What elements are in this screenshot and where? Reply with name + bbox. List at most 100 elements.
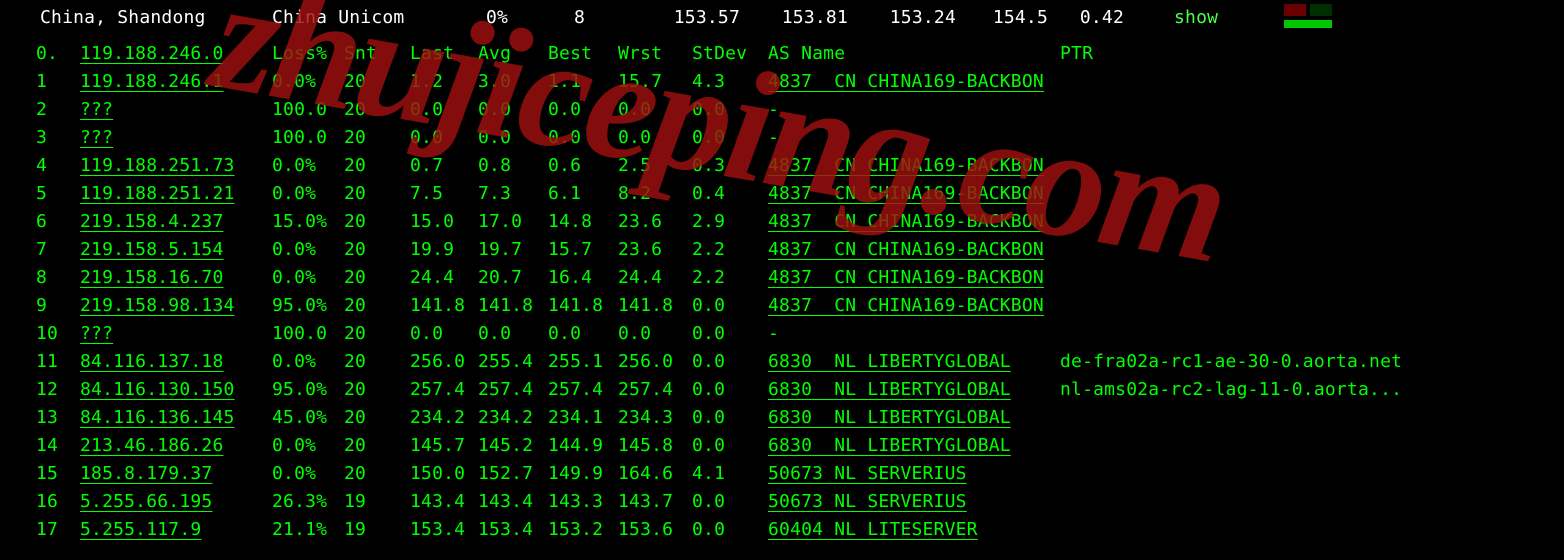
table-row: 5119.188.251.210.0%207.57.36.18.20.44837…: [0, 180, 1564, 208]
hop-last: 1.2: [410, 68, 468, 96]
hop-snt: 20: [344, 152, 384, 180]
hop-stdev: 0.0: [692, 96, 750, 124]
hop-index: 5: [36, 180, 47, 208]
hop-ptr: de-fra02a-rc1-ae-30-0.aorta.net: [1060, 348, 1402, 376]
hdr-as: AS Name: [768, 40, 845, 68]
hop-ip[interactable]: 84.116.137.18: [80, 348, 223, 376]
hop-ip[interactable]: 219.158.98.134: [80, 292, 235, 320]
hop-ip[interactable]: 84.116.136.145: [80, 404, 235, 432]
hop-loss: 100.0: [272, 96, 332, 124]
summary-avg: 153.81: [768, 4, 848, 32]
hop-last: 145.7: [410, 432, 468, 460]
hop-ip[interactable]: 213.46.186.26: [80, 432, 223, 460]
hop-avg: 0.0: [478, 320, 536, 348]
hop-best: 144.9: [548, 432, 606, 460]
hop-avg: 257.4: [478, 376, 536, 404]
hop-best: 141.8: [548, 292, 606, 320]
hop-as[interactable]: 60404 NL LITESERVER: [768, 516, 978, 544]
hop-ip[interactable]: 119.188.246.1: [80, 68, 223, 96]
show-link[interactable]: show: [1174, 4, 1218, 32]
hop-last: 141.8: [410, 292, 468, 320]
hop-loss: 100.0: [272, 320, 332, 348]
hop-as[interactable]: 4837 CN CHINA169-BACKBON: [768, 236, 1044, 264]
isp-text: China Unicom: [272, 4, 404, 32]
hop-ip[interactable]: ???: [80, 320, 113, 348]
hop-as[interactable]: 4837 CN CHINA169-BACKBON: [768, 264, 1044, 292]
hop-ip[interactable]: 119.188.251.73: [80, 152, 235, 180]
hop-loss: 95.0%: [272, 376, 332, 404]
hop-as[interactable]: 4837 CN CHINA169-BACKBON: [768, 208, 1044, 236]
hop-snt: 20: [344, 124, 384, 152]
hop-as[interactable]: 6830 NL LIBERTYGLOBAL: [768, 376, 1011, 404]
summary-stdev: 0.42: [1064, 4, 1124, 32]
hop-loss: 0.0%: [272, 264, 332, 292]
hop-index: 6: [36, 208, 47, 236]
hop-as: -: [768, 124, 779, 152]
hop-index: 3: [36, 124, 47, 152]
hop-last: 15.0: [410, 208, 468, 236]
hop-avg: 143.4: [478, 488, 536, 516]
hop-as: -: [768, 96, 779, 124]
hop-stdev: 0.0: [692, 124, 750, 152]
hop-ip[interactable]: 185.8.179.37: [80, 460, 212, 488]
hop-stdev: 4.1: [692, 460, 750, 488]
hop-as[interactable]: 6830 NL LIBERTYGLOBAL: [768, 404, 1011, 432]
hop-avg: 7.3: [478, 180, 536, 208]
table-row: 8219.158.16.700.0%2024.420.716.424.42.24…: [0, 264, 1564, 292]
hop-ip[interactable]: ???: [80, 96, 113, 124]
hop-ip[interactable]: 5.255.117.9: [80, 516, 201, 544]
hop-ip[interactable]: 219.158.16.70: [80, 264, 223, 292]
summary-row: China, Shandong China Unicom 0% 8 153.57…: [0, 0, 1564, 32]
hop-avg: 255.4: [478, 348, 536, 376]
hop-as[interactable]: 4837 CN CHINA169-BACKBON: [768, 68, 1044, 96]
hop-as[interactable]: 50673 NL SERVERIUS: [768, 488, 967, 516]
hop-loss: 0.0%: [272, 432, 332, 460]
table-row: 14213.46.186.260.0%20145.7145.2144.9145.…: [0, 432, 1564, 460]
hop-as[interactable]: 50673 NL SERVERIUS: [768, 460, 967, 488]
table-row: 1184.116.137.180.0%20256.0255.4255.1256.…: [0, 348, 1564, 376]
hop-ptr: nl-ams02a-rc2-lag-11-0.aorta...: [1060, 376, 1402, 404]
hop-avg: 0.8: [478, 152, 536, 180]
hop-ip[interactable]: 84.116.130.150: [80, 376, 235, 404]
hop-best: 16.4: [548, 264, 606, 292]
hop-snt: 20: [344, 208, 384, 236]
hop-wrst: 8.2: [618, 180, 676, 208]
hop-index: 14: [36, 432, 58, 460]
hop-wrst: 153.6: [618, 516, 676, 544]
hdr-last: Last: [410, 40, 468, 68]
hop-best: 15.7: [548, 236, 606, 264]
hop-ip[interactable]: 119.188.251.21: [80, 180, 235, 208]
hop-loss: 0.0%: [272, 460, 332, 488]
hop-wrst: 257.4: [618, 376, 676, 404]
hop-loss: 0.0%: [272, 180, 332, 208]
hop-as: -: [768, 320, 779, 348]
hop-avg: 20.7: [478, 264, 536, 292]
hop-wrst: 0.0: [618, 124, 676, 152]
hop-snt: 20: [344, 68, 384, 96]
hop-stdev: 0.0: [692, 488, 750, 516]
hop-stdev: 0.0: [692, 516, 750, 544]
hop-snt: 20: [344, 404, 384, 432]
hop-last: 256.0: [410, 348, 468, 376]
hop-as[interactable]: 4837 CN CHINA169-BACKBON: [768, 152, 1044, 180]
hdr-best: Best: [548, 40, 606, 68]
hop-snt: 20: [344, 180, 384, 208]
hop-loss: 45.0%: [272, 404, 332, 432]
hop-avg: 152.7: [478, 460, 536, 488]
hop-loss: 0.0%: [272, 152, 332, 180]
hop-index: 2: [36, 96, 47, 124]
hop-as[interactable]: 6830 NL LIBERTYGLOBAL: [768, 432, 1011, 460]
hop-last: 24.4: [410, 264, 468, 292]
hop-as[interactable]: 6830 NL LIBERTYGLOBAL: [768, 348, 1011, 376]
hop-as[interactable]: 4837 CN CHINA169-BACKBON: [768, 180, 1044, 208]
hop-ip[interactable]: ???: [80, 124, 113, 152]
hop-ip[interactable]: 5.255.66.195: [80, 488, 212, 516]
hdr-ip[interactable]: 119.188.246.0: [80, 40, 223, 68]
hop-wrst: 2.5: [618, 152, 676, 180]
hop-as[interactable]: 4837 CN CHINA169-BACKBON: [768, 292, 1044, 320]
hdr-stdev: StDev: [692, 40, 750, 68]
hop-avg: 0.0: [478, 124, 536, 152]
hop-ip[interactable]: 219.158.4.237: [80, 208, 223, 236]
hop-ip[interactable]: 219.158.5.154: [80, 236, 223, 264]
hop-index: 12: [36, 376, 58, 404]
